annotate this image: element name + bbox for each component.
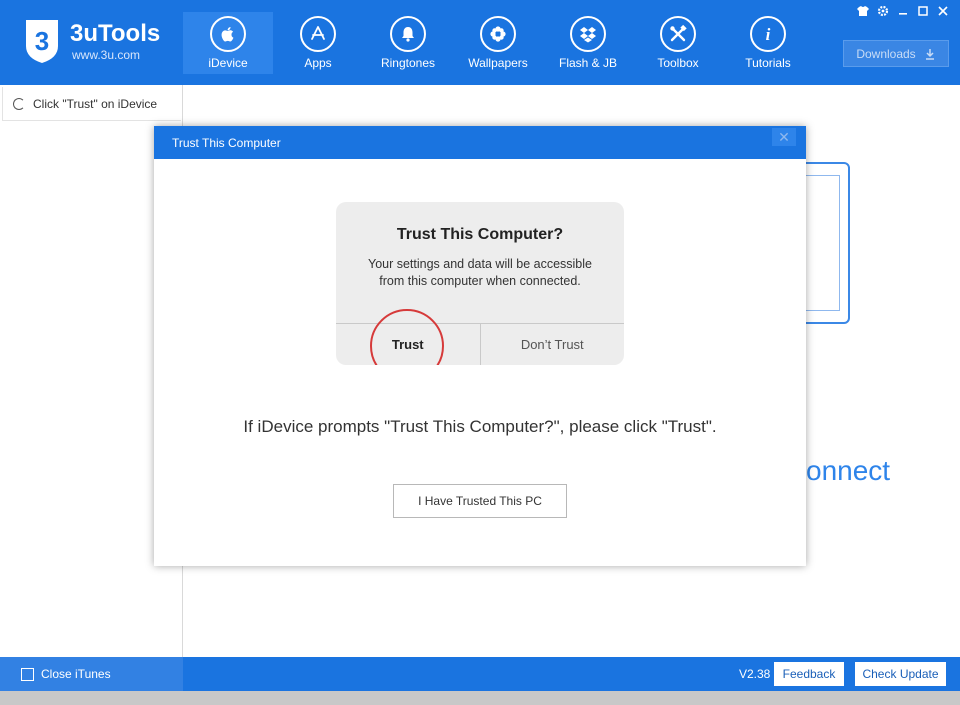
close-itunes-label: Close iTunes — [41, 667, 111, 681]
flower-icon — [480, 16, 516, 52]
downloads-label: Downloads — [856, 46, 916, 61]
close-icon[interactable] — [936, 4, 950, 18]
window-bottom-edge — [0, 691, 960, 705]
nav-label: Wallpapers — [468, 56, 528, 70]
header-bar: 3 3uTools www.3u.com iDevice Apps Ringto… — [0, 0, 960, 85]
downloads-button[interactable]: Downloads — [843, 40, 949, 67]
dialog-title: Trust This Computer — [172, 135, 281, 150]
3utools-logo: 3 — [26, 20, 58, 63]
loading-spinner-icon — [13, 97, 25, 110]
status-bar: Close iTunes V2.38 Feedback Check Update — [0, 657, 960, 691]
nav-label: iDevice — [208, 56, 248, 70]
nav-label: Toolbox — [657, 56, 699, 70]
appstore-icon — [300, 16, 336, 52]
download-arrow-icon — [925, 48, 934, 60]
alert-message: Your settings and data will be accessibl… — [368, 257, 592, 288]
tools-icon — [660, 16, 696, 52]
main-nav: iDevice Apps Ringtones Wallpapers Flash … — [183, 12, 813, 74]
version-label: V2.38 — [739, 667, 771, 681]
close-itunes-control: Close iTunes — [0, 657, 183, 691]
nav-item-idevice[interactable]: iDevice — [183, 12, 273, 74]
dropbox-icon — [570, 16, 606, 52]
alert-title: Trust This Computer? — [396, 226, 564, 243]
nav-label: Ringtones — [380, 56, 436, 70]
info-icon: i — [750, 16, 786, 52]
nav-item-wallpapers[interactable]: Wallpapers — [453, 12, 543, 74]
app-name: 3uTools — [70, 20, 161, 47]
i-have-trusted-button[interactable]: I Have Trusted This PC — [393, 484, 567, 518]
nav-item-toolbox[interactable]: Toolbox — [633, 12, 723, 74]
bell-icon — [390, 16, 426, 52]
alert-buttons: Trust Don’t Trust — [336, 309, 625, 365]
alert-dont-trust-label: Don’t Trust — [520, 337, 584, 352]
maximize-icon[interactable] — [916, 4, 930, 18]
ios-trust-alert-illustration: Trust This Computer? Your settings and d… — [336, 202, 624, 365]
nav-label: Apps — [304, 56, 332, 70]
connect-text: onnect — [806, 455, 891, 486]
alert-trust-label: Trust — [391, 337, 424, 352]
dialog-instruction: If iDevice prompts "Trust This Computer?… — [243, 417, 717, 436]
window-controls — [856, 4, 950, 18]
nav-item-tutorials[interactable]: i Tutorials — [723, 12, 813, 74]
nav-label: Flash & JB — [558, 56, 618, 70]
close-itunes-checkbox[interactable] — [21, 667, 34, 681]
sidebar-item-trust-status[interactable]: Click "Trust" on iDevice — [2, 87, 181, 121]
alert-trust-button: Trust — [336, 309, 481, 365]
feedback-button[interactable]: Feedback — [774, 662, 844, 686]
apple-icon — [210, 16, 246, 52]
dialog-close-icon[interactable]: ✕ — [772, 128, 796, 146]
nav-item-ringtones[interactable]: Ringtones — [363, 12, 453, 74]
app-url: www.3u.com — [72, 48, 141, 62]
trust-computer-dialog: Trust This Computer ✕ Trust This Compute… — [154, 126, 806, 566]
dialog-titlebar: Trust This Computer ✕ — [154, 126, 806, 159]
check-update-button[interactable]: Check Update — [855, 662, 946, 686]
sidebar-item-label: Click "Trust" on iDevice — [33, 96, 158, 111]
svg-text:3: 3 — [35, 26, 49, 56]
svg-text:i: i — [766, 25, 771, 44]
alert-dont-trust-button: Don’t Trust — [481, 324, 625, 365]
nav-item-apps[interactable]: Apps — [273, 12, 363, 74]
skin-icon[interactable] — [856, 4, 870, 18]
nav-item-flash-jb[interactable]: Flash & JB — [543, 12, 633, 74]
settings-gear-icon[interactable] — [876, 4, 890, 18]
nav-label: Tutorials — [745, 56, 791, 70]
minimize-icon[interactable] — [896, 4, 910, 18]
